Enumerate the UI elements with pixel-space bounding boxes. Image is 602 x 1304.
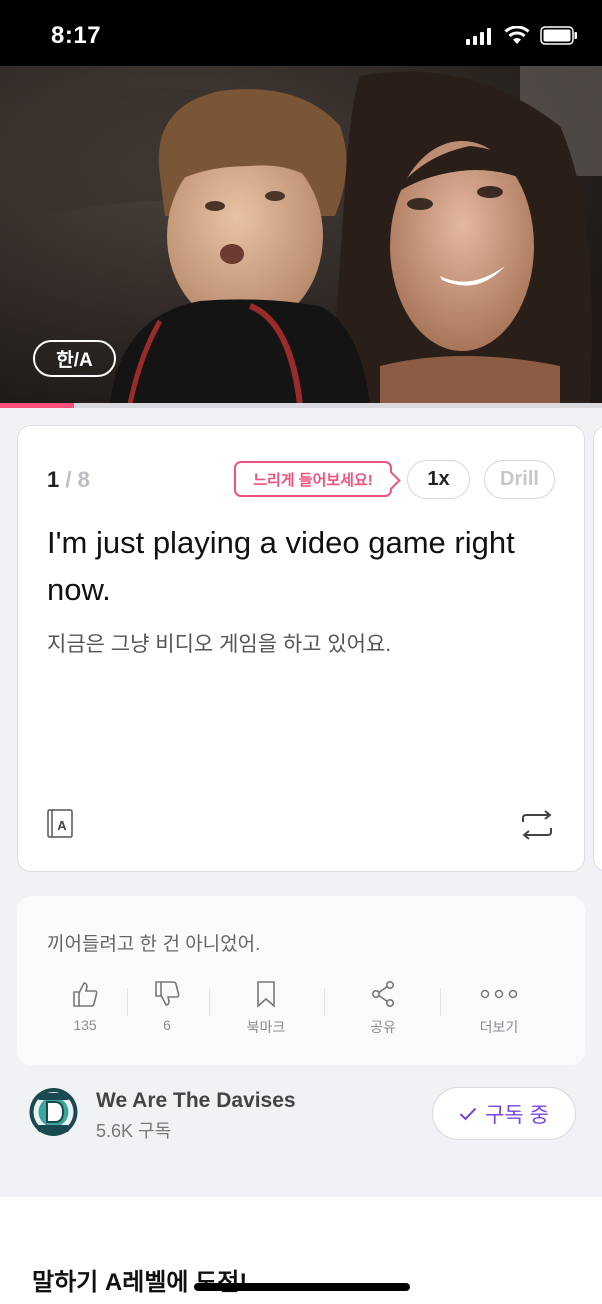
wifi-icon — [504, 26, 530, 44]
bookmark-icon — [257, 981, 275, 1008]
video-progress-bar[interactable] — [0, 403, 602, 408]
sentence-english: I'm just playing a video game right now. — [47, 525, 515, 607]
action-bar: 135 6 북마크 공유 더보기 — [17, 980, 585, 1040]
check-icon — [459, 1107, 477, 1120]
dislike-count: 6 — [163, 1017, 171, 1033]
video-progress-fill — [0, 403, 75, 408]
home-indicator[interactable] — [194, 1283, 410, 1291]
like-button[interactable]: 135 — [45, 980, 125, 1033]
repeat-icon[interactable] — [519, 810, 555, 845]
thumbs-down-icon — [155, 981, 180, 1006]
next-sentence-preview[interactable]: 끼어들려고 한 건 아니었어. — [47, 929, 260, 956]
subscribe-label: 구독 중 — [485, 1103, 549, 1127]
dislike-button[interactable]: 6 — [127, 980, 207, 1033]
share-button[interactable]: 공유 — [343, 980, 423, 1037]
channel-name[interactable]: We Are The Davises — [96, 1089, 296, 1113]
battery-icon — [540, 26, 577, 45]
dictionary-icon[interactable]: A — [46, 809, 76, 844]
sentence-korean: 지금은 그냥 비디오 게임을 하고 있어요. — [47, 633, 392, 656]
sentence-index: 1 — [47, 467, 60, 492]
bookmark-button[interactable]: 북마크 — [226, 980, 306, 1037]
video-player[interactable]: 한/A — [0, 66, 602, 404]
share-icon — [371, 980, 394, 1007]
status-bar: 8:17 — [0, 0, 602, 66]
lang-toggle-button[interactable]: 한/A — [33, 340, 116, 377]
section-title: 말하기 A레벨에 도전! — [32, 1269, 248, 1296]
action-divider — [440, 988, 441, 1016]
drill-button[interactable]: Drill — [484, 460, 555, 499]
info-card: 끼어들려고 한 건 아니었어. 135 6 북마크 공유 더보기 — [17, 896, 585, 1065]
channel-avatar[interactable] — [28, 1085, 79, 1139]
action-divider — [209, 988, 210, 1016]
thumbs-up-icon — [73, 982, 98, 1007]
sentence-total: 8 — [77, 467, 90, 492]
channel-subscriber-count: 5.6K 구독 — [96, 1121, 172, 1141]
slow-listen-tip: 느리게 들어보세요! — [234, 461, 392, 497]
more-button[interactable]: 더보기 — [459, 980, 539, 1037]
more-icon — [480, 989, 518, 999]
status-icons — [466, 26, 578, 45]
sentence-counter: 1 / 8 — [47, 467, 90, 493]
subscribe-button[interactable]: 구독 중 — [432, 1087, 576, 1140]
dictionary-letter: A — [57, 818, 67, 833]
action-divider — [324, 988, 325, 1016]
app-screen: 8:17 한/A 1 / 8 느리게 들어보세요! 1x Drill I'm j… — [0, 0, 602, 1304]
sentence-card: 1 / 8 느리게 들어보세요! 1x Drill I'm just playi… — [17, 425, 585, 872]
signal-icon — [466, 27, 491, 45]
bookmark-label: 북마크 — [246, 1019, 286, 1035]
next-card-peek[interactable] — [593, 425, 602, 872]
status-time: 8:17 — [51, 22, 102, 49]
like-count: 135 — [73, 1017, 97, 1033]
share-label: 공유 — [370, 1019, 396, 1035]
counter-separator: / — [65, 467, 72, 492]
more-label: 더보기 — [479, 1019, 519, 1035]
speed-button[interactable]: 1x — [407, 460, 470, 499]
